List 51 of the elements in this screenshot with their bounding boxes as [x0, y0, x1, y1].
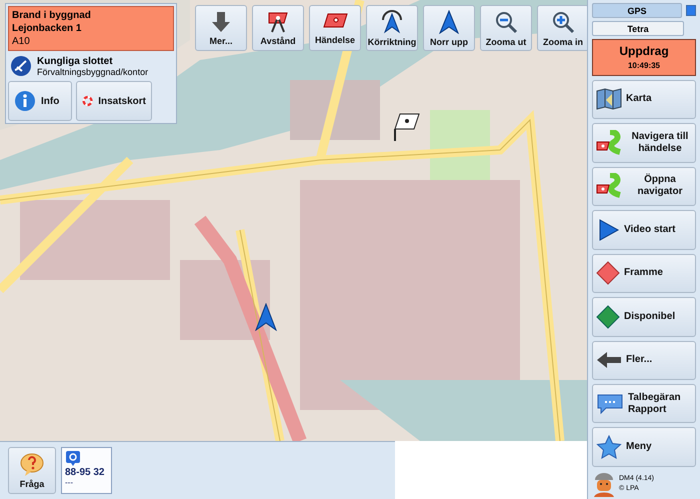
toolbar-button[interactable]: Zooma in	[537, 5, 587, 51]
mission-time: 10:49:35	[628, 61, 660, 70]
toolbar-button[interactable]: Händelse	[309, 5, 361, 51]
info-icon	[14, 90, 36, 112]
position-arrow-icon	[255, 303, 277, 331]
side-menu-button[interactable]: Framme	[592, 254, 696, 294]
zoom-out-icon	[494, 10, 518, 34]
incident-type: Brand i byggnad	[12, 9, 92, 22]
tetra-status: Tetra	[592, 21, 684, 36]
left-arrow-icon	[596, 351, 622, 370]
toolbar-button[interactable]: Zooma ut	[480, 5, 532, 51]
diamond-icon	[596, 261, 620, 286]
flag-ruler-icon	[266, 10, 290, 32]
object-name: Kungliga slottet	[37, 56, 114, 66]
gps-status: GPS	[592, 3, 682, 18]
mission-title: Uppdrag	[619, 44, 669, 58]
object-type: Förvaltningsbyggnad/kontor	[37, 66, 148, 76]
side-menu-button[interactable]: Talbegäran Rapport	[592, 384, 696, 424]
insatskort-button[interactable]: Insatskort	[76, 81, 152, 121]
side-menu-button[interactable]: Karta	[592, 80, 696, 120]
incident-code: A10	[12, 35, 31, 48]
diamond-icon	[596, 304, 620, 329]
side-menu-button[interactable]: Fler...	[592, 340, 696, 380]
object-badge-icon	[10, 55, 32, 77]
zoom-in-icon	[551, 10, 575, 34]
heading-arrow-icon	[380, 10, 404, 34]
toolbar-button[interactable]: Körriktning	[366, 5, 418, 51]
side-menu-button[interactable]: Öppna navigator	[592, 166, 696, 206]
incident-address: Lejonbacken 1	[12, 22, 82, 35]
toolbar-button[interactable]: Mer...	[195, 5, 247, 51]
flag-marker-icon	[392, 112, 420, 142]
toolbar-button[interactable]: Avstånd	[252, 5, 304, 51]
speech-bubble-icon	[596, 392, 624, 415]
question-bubble-icon	[19, 452, 45, 476]
side-menu-button[interactable]: Navigera till händelse	[592, 123, 696, 163]
mission-panel[interactable]: Uppdrag 10:49:35	[592, 39, 696, 76]
firefighter-icon	[592, 470, 616, 497]
unit-card[interactable]: 88-95 32 ---	[61, 447, 112, 494]
star-icon	[596, 435, 622, 460]
unit-number: 88-95 32	[65, 467, 106, 478]
side-menu-button[interactable]: Meny	[592, 427, 696, 467]
ask-button[interactable]: Fråga	[8, 447, 56, 494]
down-arrow-icon	[210, 10, 232, 32]
toolbar-button[interactable]: Norr upp	[423, 5, 475, 51]
map-icon	[596, 88, 622, 110]
unit-status: ---	[65, 479, 74, 487]
side-menu-button[interactable]: Disponibel	[592, 297, 696, 337]
side-menu-button[interactable]: Video start	[592, 210, 696, 250]
north-arrow-icon	[438, 10, 460, 34]
info-button[interactable]: Info	[8, 81, 72, 121]
target-pin-icon	[65, 450, 81, 466]
